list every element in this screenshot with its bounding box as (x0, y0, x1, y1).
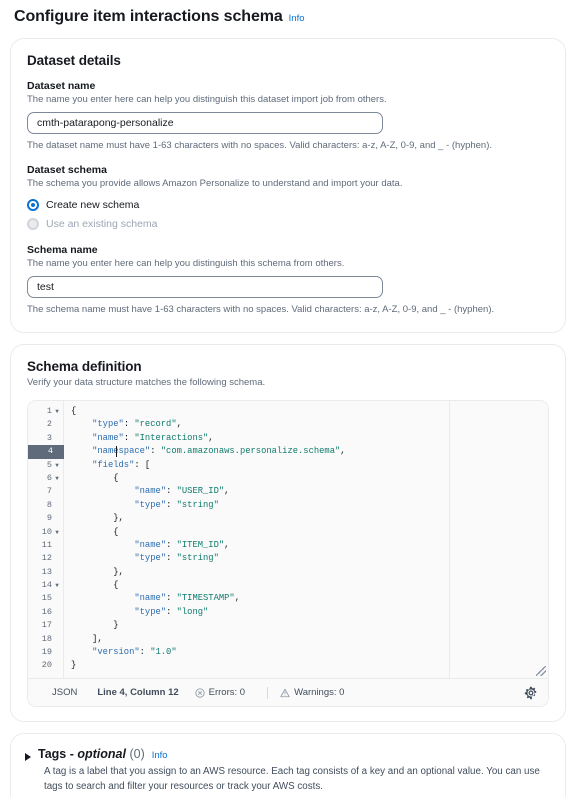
editor-line-number[interactable]: 9 (28, 512, 63, 525)
editor-line-number[interactable]: 1 ▼ (28, 405, 63, 418)
editor-code-line[interactable]: "name": "TIMESTAMP", (64, 592, 449, 605)
gear-icon[interactable] (522, 684, 540, 702)
dataset-name-hint: The dataset name must have 1-63 characte… (27, 140, 493, 151)
schema-definition-title: Schema definition (27, 359, 142, 374)
tags-info-link[interactable]: Info (152, 750, 168, 761)
tags-title-text: Tags - (38, 747, 78, 761)
editor-line-number[interactable]: 13 (28, 566, 63, 579)
editor-code-line[interactable]: "type": "record", (64, 418, 449, 431)
radio-create-new-schema-label: Create new schema (46, 199, 140, 211)
dataset-name-label: Dataset name (27, 80, 96, 92)
status-divider (267, 686, 269, 699)
dataset-schema-label: Dataset schema (27, 164, 107, 176)
radio-create-new-schema[interactable]: Create new schema (27, 199, 549, 211)
dataset-details-card: Dataset details Dataset name The name yo… (10, 38, 566, 333)
editor-code-line[interactable]: }, (64, 512, 449, 525)
editor-warnings: Warnings: 0 (280, 687, 344, 698)
editor-code-line[interactable]: "fields": [ (64, 459, 449, 472)
editor-code-line[interactable]: ], (64, 633, 449, 646)
tags-description: A tag is a label that you assign to an A… (44, 766, 540, 792)
editor-line-number[interactable]: 2 (28, 418, 63, 431)
editor-code-line[interactable]: }, (64, 566, 449, 579)
schema-name-input[interactable] (27, 276, 383, 298)
editor-code-line[interactable]: } (64, 619, 449, 632)
editor-minimap[interactable] (449, 401, 548, 678)
editor-line-number[interactable]: 14 ▼ (28, 579, 63, 592)
editor-warnings-label: Warnings: 0 (294, 687, 345, 698)
editor-code-line[interactable]: { (64, 579, 449, 592)
dataset-name-input[interactable] (27, 112, 383, 134)
editor-line-number[interactable]: 7 (28, 485, 63, 498)
dataset-schema-field: Dataset schema The schema you provide al… (27, 164, 549, 230)
editor-code-line[interactable]: "type": "string" (64, 552, 449, 565)
editor-resize-handle[interactable] (536, 666, 546, 676)
schema-name-label: Schema name (27, 244, 98, 256)
schema-name-hint: The schema name must have 1-63 character… (27, 304, 495, 315)
editor-line-number[interactable]: 18 (28, 633, 63, 646)
editor-status-bar: JSON Line 4, Column 12 Errors: 0 Warning… (28, 679, 548, 706)
radio-unselected-icon (27, 218, 39, 230)
radio-use-existing-schema[interactable]: Use an existing schema (27, 218, 549, 230)
editor-line-number[interactable]: 17 (28, 619, 63, 632)
tags-title-optional: optional (77, 747, 126, 761)
editor-line-number[interactable]: 11 (28, 539, 63, 552)
editor-code-line[interactable]: "name": "ITEM_ID", (64, 539, 449, 552)
radio-selected-icon (27, 199, 39, 211)
schema-code-editor[interactable]: 1 ▼ 2 3 4 5 ▼ 6 ▼ 7 8 9 10 ▼ 11 12 13 14 ▼ 15 16 17 18 19 20 { "… (27, 400, 549, 707)
tags-title: Tags - optional (0) (38, 747, 145, 761)
dataset-schema-description: The schema you provide allows Amazon Per… (27, 178, 403, 189)
editor-code-line[interactable]: { (64, 472, 449, 485)
editor-line-number[interactable]: 8 (28, 499, 63, 512)
dataset-details-title: Dataset details (27, 53, 121, 68)
editor-line-number[interactable]: 5 ▼ (28, 459, 63, 472)
editor-code-line[interactable]: "name": "USER_ID", (64, 485, 449, 498)
editor-code-line[interactable]: "version": "1.0" (64, 646, 449, 659)
editor-line-number[interactable]: 6 ▼ (28, 472, 63, 485)
editor-language: JSON (52, 687, 78, 698)
tags-card[interactable]: Tags - optional (0) Info A tag is a labe… (10, 733, 566, 797)
editor-code-line[interactable]: "type": "string" (64, 499, 449, 512)
editor-code-line[interactable]: { (64, 526, 449, 539)
editor-body[interactable]: 1 ▼ 2 3 4 5 ▼ 6 ▼ 7 8 9 10 ▼ 11 12 13 14 ▼ 15 16 17 18 19 20 { "… (28, 401, 548, 679)
chevron-right-icon[interactable] (25, 753, 31, 761)
editor-code-line[interactable]: "namespace": "com.amazonaws.personalize.… (64, 445, 449, 458)
radio-use-existing-schema-label: Use an existing schema (46, 218, 158, 230)
editor-line-number[interactable]: 12 (28, 552, 63, 565)
editor-line-number[interactable]: 10 ▼ (28, 526, 63, 539)
editor-line-number[interactable]: 20 (28, 659, 63, 672)
editor-errors: Errors: 0 (195, 687, 245, 698)
page-info-link[interactable]: Info (289, 13, 305, 24)
tags-header[interactable]: Tags - optional (0) Info (25, 747, 549, 761)
schema-name-field: Schema name The name you enter here can … (27, 244, 549, 316)
warning-triangle-icon (280, 688, 290, 698)
editor-line-number[interactable]: 3 (28, 432, 63, 445)
editor-errors-label: Errors: 0 (208, 687, 246, 698)
editor-code-line[interactable]: } (64, 659, 449, 672)
error-circle-icon (195, 687, 205, 698)
editor-line-number[interactable]: 15 (28, 592, 63, 605)
editor-line-number[interactable]: 16 (28, 606, 63, 619)
page-title: Configure item interactions schema (14, 8, 283, 25)
editor-line-number[interactable]: 19 (28, 646, 63, 659)
editor-line-numbers[interactable]: 1 ▼ 2 3 4 5 ▼ 6 ▼ 7 8 9 10 ▼ 11 12 13 14 ▼ 15 16 17 18 19 20 (28, 401, 64, 678)
tags-count: (0) (129, 747, 145, 761)
dataset-schema-radio-group: Create new schema Use an existing schema (27, 199, 549, 230)
page-root: Configure item interactions schema Info … (0, 0, 576, 797)
editor-cursor-position: Line 4, Column 12 (97, 687, 179, 698)
editor-code-line[interactable]: "name": "Interactions", (64, 432, 449, 445)
editor-line-number[interactable]: 4 (28, 445, 64, 459)
editor-code-line[interactable]: "type": "long" (64, 606, 449, 619)
editor-code-area[interactable]: { "type": "record", "name": "Interaction… (64, 401, 449, 678)
page-header: Configure item interactions schema Info (10, 0, 566, 27)
editor-code-line[interactable]: { (64, 405, 449, 418)
schema-definition-card: Schema definition Verify your data struc… (10, 344, 566, 722)
schema-definition-description: Verify your data structure matches the f… (27, 377, 266, 388)
dataset-name-description: The name you enter here can help you dis… (27, 94, 387, 105)
schema-name-description: The name you enter here can help you dis… (27, 258, 345, 269)
dataset-name-field: Dataset name The name you enter here can… (27, 80, 549, 152)
